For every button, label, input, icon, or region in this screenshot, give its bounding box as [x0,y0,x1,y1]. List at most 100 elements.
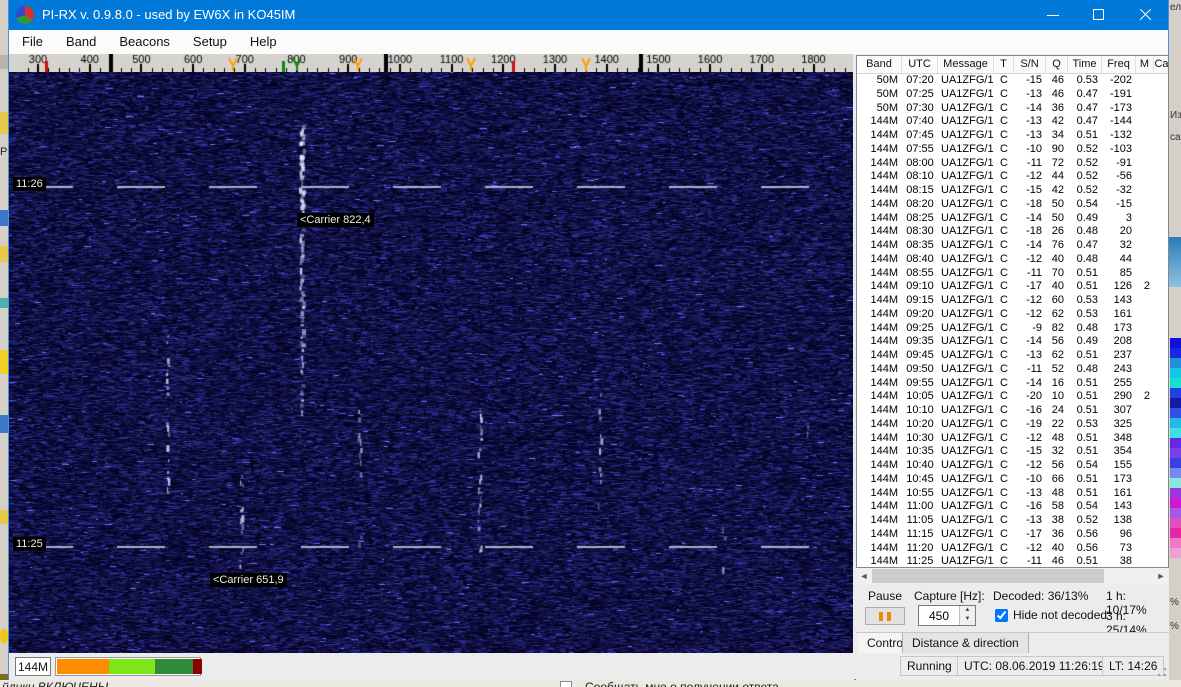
background-palette-swatch [1170,338,1181,348]
menu-setup[interactable]: Setup [183,30,237,49]
background-palette-swatch [1170,538,1181,548]
table-row[interactable]: 144M 08:55 UA1ZFG/1 C -11 70 0.51 85 [857,267,1168,281]
column-header-ca[interactable]: Ca [1154,56,1168,73]
table-cell: 24 [1051,404,1064,416]
table-cell: 0.52 [1076,156,1098,169]
table-header[interactable]: Band UTC Message T S/N Q Time Freq M Ca [857,56,1168,74]
table-row[interactable]: 144M 09:20 UA1ZFG/1 C -12 62 0.53 161 [857,308,1168,322]
table-row[interactable]: 144M 10:40 UA1ZFG/1 C -12 56 0.54 155 [857,459,1168,473]
table-row[interactable]: 144M 09:15 UA1ZFG/1 C -12 60 0.53 143 [857,294,1168,308]
horizontal-scrollbar[interactable]: ◄ ► [856,568,1169,584]
waterfall-display[interactable] [9,72,853,653]
table-row[interactable]: 144M 08:40 UA1ZFG/1 C -12 40 0.48 44 [857,253,1168,267]
menu-file[interactable]: File [12,30,53,49]
column-header-t[interactable]: T [994,56,1014,73]
table-row[interactable]: 144M 09:50 UA1ZFG/1 C -11 52 0.48 243 [857,363,1168,377]
scrollbar-thumb[interactable] [872,569,1104,583]
table-cell: 38 [1119,555,1132,568]
close-button[interactable] [1122,0,1168,30]
column-header-band[interactable]: Band [857,56,902,73]
table-cell: UA1ZFG/1 [941,500,994,513]
table-row[interactable]: 144M 11:05 UA1ZFG/1 C -13 38 0.52 138 [857,514,1168,528]
column-header-sn[interactable]: S/N [1014,56,1046,73]
table-row[interactable]: 50M 07:20 UA1ZFG/1 C -15 46 0.53 -202 [857,74,1168,88]
table-row[interactable]: 144M 10:10 UA1ZFG/1 C -16 24 0.51 307 [857,404,1168,418]
table-cell: C [1000,527,1008,540]
table-row[interactable]: 144M 08:30 UA1ZFG/1 C -18 26 0.48 20 [857,225,1168,239]
table-cell: UA1ZFG/1 [941,101,994,114]
table-row[interactable]: 144M 11:15 UA1ZFG/1 C -17 36 0.56 96 [857,528,1168,542]
table-cell: 11:00 [906,500,934,513]
table-row[interactable]: 144M 07:55 UA1ZFG/1 C -10 90 0.52 -103 [857,143,1168,157]
table-cell: C [1000,514,1008,526]
frequency-ruler[interactable] [9,54,853,72]
tab-distance-direction[interactable]: Distance & direction [902,633,1029,654]
table-cell: 0.51 [1076,486,1098,499]
table-cell: 144M [870,129,898,141]
column-header-message[interactable]: Message [938,56,994,73]
table-cell: 46 [1051,87,1064,100]
minimize-button[interactable] [1030,0,1076,30]
table-row[interactable]: 144M 10:55 UA1ZFG/1 C -13 48 0.51 161 [857,487,1168,501]
table-cell: C [1000,225,1008,238]
table-row[interactable]: 144M 08:20 UA1ZFG/1 C -18 50 0.54 -15 [857,198,1168,212]
menu-help[interactable]: Help [240,30,287,49]
table-row[interactable]: 144M 08:25 UA1ZFG/1 C -14 50 0.49 3 [857,212,1168,226]
table-row[interactable]: 50M 07:30 UA1ZFG/1 C -14 36 0.47 -173 [857,102,1168,116]
column-header-utc[interactable]: UTC [902,56,938,73]
pause-button[interactable] [865,607,905,625]
table-row[interactable]: 50M 07:25 UA1ZFG/1 C -13 46 0.47 -191 [857,88,1168,102]
table-row[interactable]: 144M 11:25 UA1ZFG/1 C -11 46 0.51 38 [857,555,1168,568]
table-row[interactable]: 144M 10:30 UA1ZFG/1 C -12 48 0.51 348 [857,432,1168,446]
table-row[interactable]: 144M 11:20 UA1ZFG/1 C -12 40 0.56 73 [857,542,1168,556]
table-cell [1136,308,1154,322]
table-cell: -10 [1026,472,1042,485]
scroll-left-arrow[interactable]: ◄ [856,568,872,584]
table-row[interactable]: 144M 10:45 UA1ZFG/1 C -10 66 0.51 173 [857,473,1168,487]
resize-grip[interactable] [1157,667,1167,677]
table-row[interactable]: 144M 07:45 UA1ZFG/1 C -13 34 0.51 -132 [857,129,1168,143]
decode-table: Band UTC Message T S/N Q Time Freq M Ca 50M 07:20 U… [856,55,1169,568]
table-cell [1136,500,1154,514]
table-cell: 22 [1051,417,1064,430]
spin-down-button[interactable]: ▼ [959,615,975,625]
menu-beacons[interactable]: Beacons [109,30,180,49]
table-row[interactable]: 144M 08:35 UA1ZFG/1 C -14 76 0.47 32 [857,239,1168,253]
scroll-right-arrow[interactable]: ► [1153,568,1169,584]
table-row[interactable]: 144M 09:10 UA1ZFG/1 C -17 40 0.51 126 2 [857,280,1168,294]
table-row[interactable]: 144M 07:40 UA1ZFG/1 C -13 42 0.47 -144 [857,115,1168,129]
table-row[interactable]: 144M 10:35 UA1ZFG/1 C -15 32 0.51 354 [857,445,1168,459]
table-row[interactable]: 144M 10:05 UA1ZFG/1 C -20 10 0.51 290 2 [857,390,1168,404]
table-cell: -14 [1026,376,1042,389]
table-row[interactable]: 144M 09:35 UA1ZFG/1 C -14 56 0.49 208 [857,335,1168,349]
column-header-m[interactable]: M [1136,56,1154,73]
table-cell: 0.51 [1076,266,1098,279]
table-row[interactable]: 144M 10:20 UA1ZFG/1 C -19 22 0.53 325 [857,418,1168,432]
table-cell: UA1ZFG/1 [941,294,994,306]
table-cell: 290 [1113,390,1132,403]
table-cell [1136,487,1154,501]
table-cell [1136,225,1154,239]
column-header-time[interactable]: Time [1068,56,1102,73]
table-row[interactable]: 144M 08:10 UA1ZFG/1 C -12 44 0.52 -56 [857,170,1168,184]
menu-band[interactable]: Band [56,30,106,49]
maximize-button[interactable] [1076,0,1122,30]
table-row[interactable]: 144M 09:25 UA1ZFG/1 C -9 82 0.48 173 [857,322,1168,336]
column-header-freq[interactable]: Freq [1102,56,1136,73]
column-header-q[interactable]: Q [1046,56,1068,73]
table-cell [1136,445,1154,459]
table-row[interactable]: 144M 11:00 UA1ZFG/1 C -16 58 0.54 143 [857,500,1168,514]
table-row[interactable]: 144M 09:55 UA1ZFG/1 C -14 16 0.51 255 [857,377,1168,391]
hide-not-decoded-checkbox[interactable] [995,609,1008,622]
table-cell: 144M [870,472,898,485]
table-cell: 44 [1051,170,1064,183]
capture-input[interactable] [919,606,959,625]
title-bar[interactable]: PI-RX v. 0.9.8.0 - used by EW6X in KO45I… [9,0,1168,30]
table-cell: UA1ZFG/1 [941,362,994,375]
table-row[interactable]: 144M 09:45 UA1ZFG/1 C -13 62 0.51 237 [857,349,1168,363]
table-row[interactable]: 144M 08:00 UA1ZFG/1 C -11 72 0.52 -91 [857,157,1168,171]
table-cell: UA1ZFG/1 [941,555,994,568]
table-cell: 144M [870,252,898,265]
table-row[interactable]: 144M 08:15 UA1ZFG/1 C -15 42 0.52 -32 [857,184,1168,198]
background-palette-swatch [1170,348,1181,358]
